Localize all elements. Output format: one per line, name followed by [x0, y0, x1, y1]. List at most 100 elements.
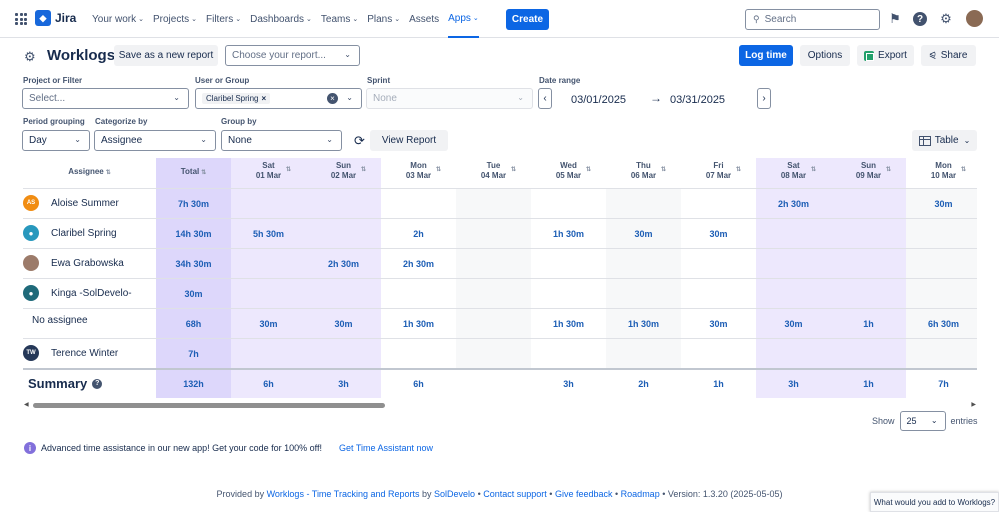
total-header[interactable]: Total ⇅ [156, 167, 231, 178]
day-column-header[interactable]: Sun 02 Mar ⇅ [306, 161, 381, 181]
worklog-cell[interactable]: 1h 30m [531, 319, 606, 329]
settings-icon[interactable]: ⚙ [938, 11, 954, 27]
date-next-button[interactable]: › [757, 88, 771, 109]
nav-item-label: Projects [152, 13, 190, 25]
assignee-name: No assignee [32, 315, 88, 326]
help-button[interactable]: ? [912, 11, 928, 27]
nav-item-apps[interactable]: Apps ⌄ [448, 0, 479, 38]
clear-icon[interactable]: × [327, 93, 338, 104]
nav-item-teams[interactable]: Teams ⌄ [321, 0, 358, 38]
search-input[interactable]: ⚲ Search [745, 9, 880, 30]
jira-logo[interactable]: ◆ Jira [35, 10, 76, 26]
options-button[interactable]: Options [800, 45, 850, 66]
categorize-by-select[interactable]: Assignee ⌄ [94, 130, 216, 151]
feedback-tab[interactable]: What would you add to Worklogs? [870, 492, 999, 512]
chevron-right-icon: › [762, 93, 766, 104]
worklog-cell[interactable]: 30m [756, 319, 831, 329]
roadmap-link[interactable]: Roadmap [621, 489, 660, 499]
log-time-button[interactable]: Log time [739, 45, 793, 66]
page-size-select[interactable]: 25 ⌄ [899, 411, 946, 431]
row-divider [23, 338, 977, 339]
get-time-assistant-link[interactable]: Get Time Assistant now [339, 443, 433, 453]
nav-item-plans[interactable]: Plans ⌄ [367, 0, 400, 38]
project-filter-select[interactable]: Select... ⌄ [22, 88, 189, 109]
worklog-cell[interactable]: 30m [231, 319, 306, 329]
chip-remove-icon[interactable]: × [261, 94, 266, 103]
worklog-cell[interactable]: 30m [606, 229, 681, 239]
worklog-cell[interactable]: 1h 30m [606, 319, 681, 329]
worklog-cell[interactable]: 30m [681, 319, 756, 329]
worklog-cell[interactable]: 2h [381, 229, 456, 239]
assignee-cell[interactable]: ● Kinga -SolDevelo- [23, 285, 132, 301]
nav-item-your-work[interactable]: Your work ⌄ [92, 0, 144, 38]
assignee-cell[interactable]: No assignee [32, 315, 88, 326]
vendor-link[interactable]: SolDevelo [434, 489, 475, 499]
nav-item-projects[interactable]: Projects ⌄ [153, 0, 197, 38]
worklog-cell[interactable]: 5h 30m [231, 229, 306, 239]
sprint-value: None [373, 93, 397, 104]
worklog-cell[interactable]: 30m [306, 319, 381, 329]
day-column-header[interactable]: Mon 03 Mar ⇅ [381, 161, 456, 181]
day-column-header[interactable]: Tue 04 Mar ⇅ [456, 161, 531, 181]
summary-cell: 2h [638, 379, 649, 389]
row-total: 14h 30m [175, 229, 212, 239]
date-prev-button[interactable]: ‹ [538, 88, 552, 109]
worklog-cell[interactable]: 1h 30m [381, 319, 456, 329]
day-column-header[interactable]: Sun 09 Mar ⇅ [831, 161, 906, 181]
horizontal-scrollbar[interactable]: ◀ ▶ [23, 401, 977, 409]
worklog-cell[interactable]: 1h [831, 319, 906, 329]
worklog-cell[interactable]: 2h 30m [756, 199, 831, 209]
scroll-left-icon[interactable]: ◀ [24, 401, 29, 408]
group-by-select[interactable]: None ⌄ [221, 130, 342, 151]
give-feedback-link[interactable]: Give feedback [555, 489, 613, 499]
period-grouping-select[interactable]: Day ⌄ [22, 130, 90, 151]
summary-label: Summary? [28, 376, 103, 391]
worklog-cell[interactable]: 2h 30m [381, 259, 456, 269]
worklog-cell[interactable]: 30m [906, 199, 977, 209]
worklog-cell[interactable]: 1h 30m [531, 229, 606, 239]
save-as-new-report-button[interactable]: Save as a new report [114, 45, 218, 66]
view-report-button[interactable]: View Report [370, 130, 448, 151]
app-switcher-icon[interactable] [15, 13, 27, 25]
choose-report-select[interactable]: Choose your report... ⌄ [225, 45, 360, 66]
worklog-cell[interactable]: 2h 30m [306, 259, 381, 269]
view-mode-select[interactable]: Table ⌄ [912, 130, 977, 151]
refresh-icon[interactable]: ⟳ [354, 133, 365, 149]
assignee-header[interactable]: Assignee ⇅ [23, 167, 156, 178]
help-icon[interactable]: ? [92, 378, 103, 389]
app-link[interactable]: Worklogs - Time Tracking and Reports [267, 489, 420, 499]
day-column-header[interactable]: Thu 06 Mar ⇅ [606, 161, 681, 181]
assignee-cell[interactable]: Ewa Grabowska [23, 255, 124, 271]
day-column-header[interactable]: Sat 01 Mar ⇅ [231, 161, 306, 181]
worklog-cell[interactable]: 30m [681, 229, 756, 239]
export-button[interactable]: Export [857, 45, 914, 66]
user-chip[interactable]: Claribel Spring × [202, 93, 271, 104]
day-column-header[interactable]: Wed 05 Mar ⇅ [531, 161, 606, 181]
chevron-down-icon: ⌄ [517, 93, 524, 102]
categorize-by-value: Assignee [101, 135, 143, 146]
share-icon: ⪨ [929, 49, 936, 61]
date-from-input[interactable]: 03/01/2025 [571, 94, 626, 106]
worklog-cell[interactable]: 6h 30m [906, 319, 977, 329]
assignee-cell[interactable]: AS Aloise Summer [23, 195, 119, 211]
assignee-cell[interactable]: ● Claribel Spring [23, 225, 117, 241]
nav-item-dashboards[interactable]: Dashboards ⌄ [250, 0, 312, 38]
nav-item-label: Teams [320, 13, 351, 25]
nav-item-assets[interactable]: Assets [409, 0, 439, 38]
day-column-header[interactable]: Fri 07 Mar ⇅ [681, 161, 756, 181]
project-filter-label: Project or Filter [23, 76, 83, 85]
scroll-right-icon[interactable]: ▶ [971, 401, 976, 408]
user-group-select[interactable]: Claribel Spring × × ⌄ [195, 88, 362, 109]
date-to-input[interactable]: 03/31/2025 [670, 94, 725, 106]
contact-support-link[interactable]: Contact support [483, 489, 547, 499]
day-column-header[interactable]: Mon 10 Mar ⇅ [906, 161, 977, 181]
scrollbar-thumb[interactable] [33, 403, 385, 408]
profile-avatar[interactable] [966, 10, 983, 27]
summary-cell: 1h [713, 379, 724, 389]
nav-item-filters[interactable]: Filters ⌄ [206, 0, 241, 38]
create-button[interactable]: Create [506, 9, 549, 30]
day-column-header[interactable]: Sat 08 Mar ⇅ [756, 161, 831, 181]
share-button[interactable]: ⪨ Share [921, 45, 976, 66]
assignee-cell[interactable]: TW Terence Winter [23, 345, 118, 361]
notifications-icon[interactable]: ⚑ [887, 11, 903, 27]
